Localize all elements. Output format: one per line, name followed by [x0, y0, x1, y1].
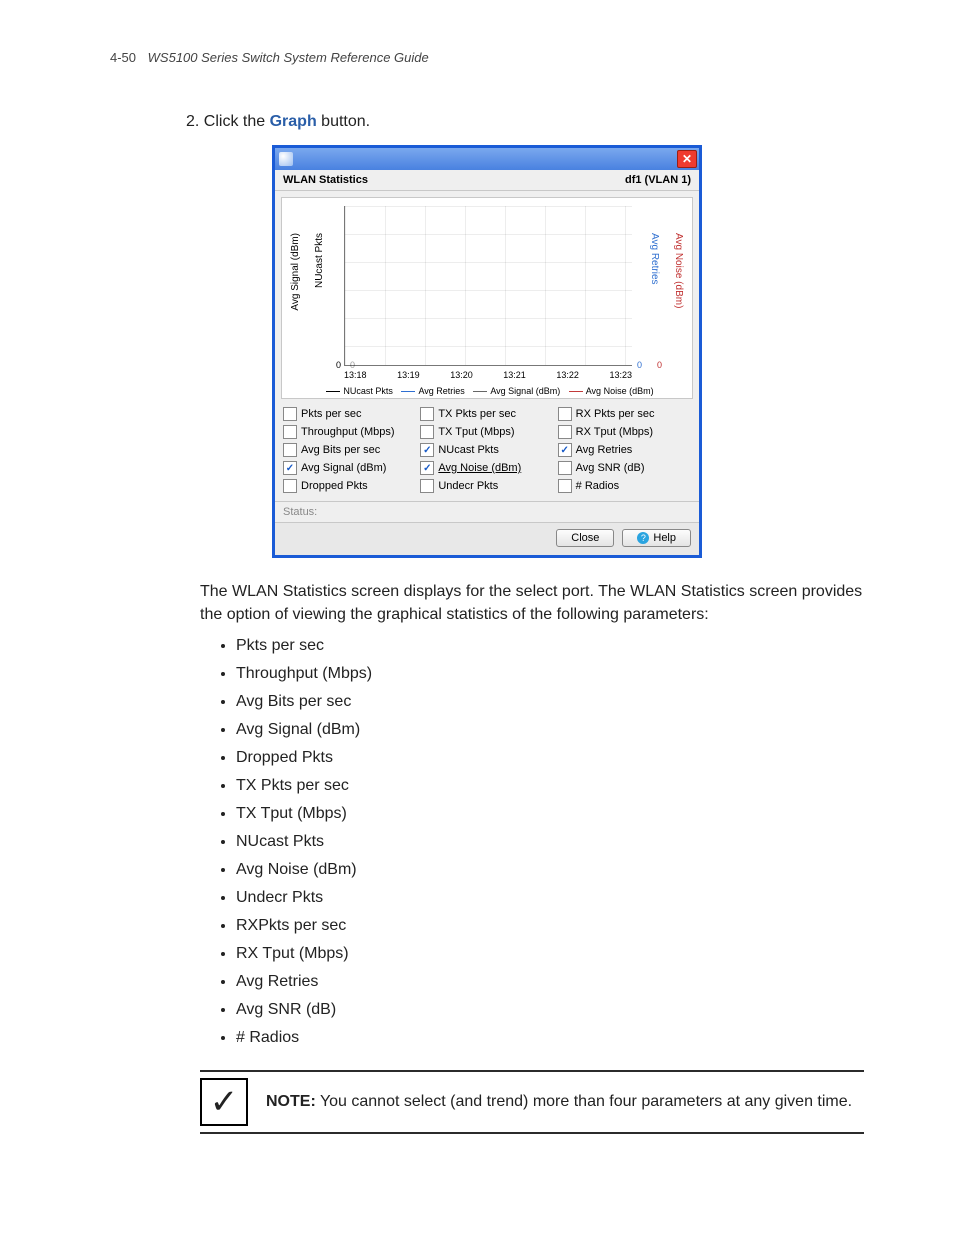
param-checkbox[interactable]: Avg Bits per sec [283, 443, 416, 457]
checkbox-box[interactable] [420, 425, 434, 439]
y-axis-left-1: Avg Signal (dBm) [290, 233, 301, 311]
parameter-list: Pkts per secThroughput (Mbps)Avg Bits pe… [236, 632, 864, 1052]
checkbox-box[interactable] [283, 461, 297, 475]
param-checkbox[interactable]: Pkts per sec [283, 407, 416, 421]
param-checkbox[interactable]: Avg Noise (dBm) [420, 461, 553, 475]
chart-area: Avg Signal (dBm) NUcast Pkts Avg Retries… [281, 197, 693, 399]
list-item: Pkts per sec [236, 632, 864, 660]
running-header: 4-50 WS5100 Series Switch System Referen… [110, 50, 864, 65]
checkbox-box[interactable] [420, 407, 434, 421]
graph-button-ref: Graph [270, 113, 317, 130]
param-checkbox[interactable]: Throughput (Mbps) [283, 425, 416, 439]
checkbox-label: RX Tput (Mbps) [576, 426, 653, 438]
page-number: 4-50 [110, 50, 136, 65]
checkbox-label: Avg Noise (dBm) [438, 462, 521, 474]
checkbox-label: Dropped Pkts [301, 480, 368, 492]
dialog-button-row: Close ? Help [275, 522, 699, 555]
body-paragraph: The WLAN Statistics screen displays for … [200, 580, 864, 626]
y-axis-right-1: Avg Retries [649, 233, 660, 285]
checkbox-label: Avg Signal (dBm) [301, 462, 386, 474]
param-checkbox[interactable]: Avg Signal (dBm) [283, 461, 416, 475]
checkbox-box[interactable] [558, 425, 572, 439]
checkbox-label: # Radios [576, 480, 619, 492]
checkbox-box[interactable] [420, 479, 434, 493]
param-checkbox[interactable]: Dropped Pkts [283, 479, 416, 493]
list-item: TX Pkts per sec [236, 772, 864, 800]
close-button[interactable]: Close [556, 529, 614, 547]
checkbox-box[interactable] [420, 443, 434, 457]
list-item: RX Tput (Mbps) [236, 940, 864, 968]
step-2: 2. Click the Graph button. [186, 113, 864, 131]
list-item: # Radios [236, 1024, 864, 1052]
list-item: Avg Bits per sec [236, 688, 864, 716]
checkbox-label: Avg Retries [576, 444, 633, 456]
dialog-title: WLAN Statistics [283, 174, 368, 186]
checkbox-label: Undecr Pkts [438, 480, 498, 492]
list-item: Avg Signal (dBm) [236, 716, 864, 744]
y-axis-left-2: NUcast Pkts [314, 233, 325, 288]
status-row: Status: [275, 501, 699, 522]
param-checkbox[interactable]: NUcast Pkts [420, 443, 553, 457]
checkmark-icon: ✓ [200, 1078, 248, 1126]
checkbox-box[interactable] [283, 407, 297, 421]
list-item: RXPkts per sec [236, 912, 864, 940]
checkbox-label: TX Pkts per sec [438, 408, 516, 420]
param-checkbox[interactable]: Undecr Pkts [420, 479, 553, 493]
checkbox-label: Avg SNR (dB) [576, 462, 645, 474]
param-checkbox[interactable]: Avg SNR (dB) [558, 461, 691, 475]
note-block: ✓ NOTE: You cannot select (and trend) mo… [200, 1070, 864, 1134]
note-text: You cannot select (and trend) more than … [316, 1093, 852, 1110]
checkbox-label: Avg Bits per sec [301, 444, 380, 456]
checkbox-box[interactable] [558, 461, 572, 475]
list-item: Avg SNR (dB) [236, 996, 864, 1024]
checkbox-box[interactable] [283, 425, 297, 439]
close-icon[interactable]: ✕ [677, 150, 697, 168]
app-icon [279, 152, 293, 166]
help-button[interactable]: ? Help [622, 529, 691, 547]
axis-zero: 0 [350, 360, 355, 370]
wlan-statistics-dialog: ✕ WLAN Statistics df1 (VLAN 1) Avg Signa… [272, 145, 702, 558]
list-item: Throughput (Mbps) [236, 660, 864, 688]
checkbox-label: RX Pkts per sec [576, 408, 655, 420]
checkbox-label: Pkts per sec [301, 408, 362, 420]
checkbox-box[interactable] [283, 443, 297, 457]
checkbox-label: NUcast Pkts [438, 444, 499, 456]
param-checkbox[interactable]: RX Tput (Mbps) [558, 425, 691, 439]
axis-zero: 0 [336, 360, 341, 370]
list-item: Avg Noise (dBm) [236, 856, 864, 884]
x-axis-ticks: 13:18 13:19 13:20 13:21 13:22 13:23 [344, 370, 632, 380]
checkbox-box[interactable] [558, 443, 572, 457]
param-checkbox[interactable]: # Radios [558, 479, 691, 493]
checkbox-label: Throughput (Mbps) [301, 426, 395, 438]
list-item: NUcast Pkts [236, 828, 864, 856]
doc-title: WS5100 Series Switch System Reference Gu… [148, 50, 429, 65]
chart-legend: NUcast Pkts Avg Retries Avg Signal (dBm)… [282, 386, 692, 396]
param-checkbox[interactable]: RX Pkts per sec [558, 407, 691, 421]
dialog-titlebar[interactable]: ✕ [275, 148, 699, 170]
param-checkbox[interactable]: TX Pkts per sec [420, 407, 553, 421]
checkbox-box[interactable] [283, 479, 297, 493]
param-checkbox[interactable]: Avg Retries [558, 443, 691, 457]
list-item: TX Tput (Mbps) [236, 800, 864, 828]
list-item: Dropped Pkts [236, 744, 864, 772]
checkbox-grid: Pkts per sec TX Pkts per sec RX Pkts per s… [275, 405, 699, 501]
axis-zero: 0 [657, 360, 662, 370]
dialog-vlan-label: df1 (VLAN 1) [625, 174, 691, 186]
checkbox-label: TX Tput (Mbps) [438, 426, 514, 438]
y-axis-right-2: Avg Noise (dBm) [673, 233, 684, 308]
help-icon: ? [637, 532, 649, 544]
chart-grid [344, 206, 632, 366]
checkbox-box[interactable] [558, 407, 572, 421]
list-item: Avg Retries [236, 968, 864, 996]
checkbox-box[interactable] [558, 479, 572, 493]
list-item: Undecr Pkts [236, 884, 864, 912]
param-checkbox[interactable]: TX Tput (Mbps) [420, 425, 553, 439]
axis-zero: 0 [637, 360, 642, 370]
note-label: NOTE: [266, 1093, 316, 1110]
checkbox-box[interactable] [420, 461, 434, 475]
